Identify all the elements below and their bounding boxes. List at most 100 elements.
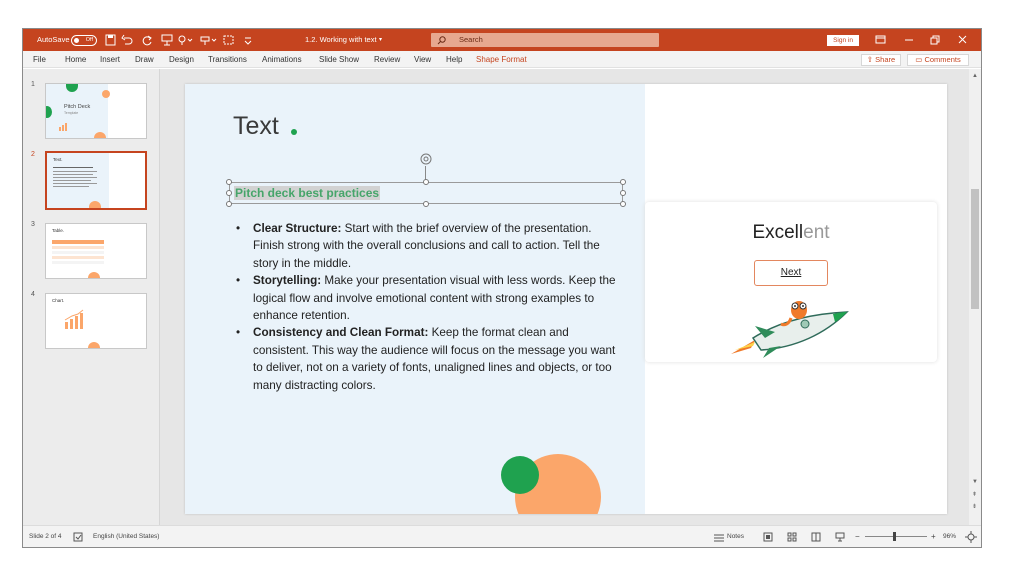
slide-canvas[interactable]: Text Pitch deck best practices Clear Str… bbox=[185, 84, 947, 514]
close-icon[interactable] bbox=[957, 35, 969, 47]
slide-thumbnail-1[interactable]: Pitch Deck Template bbox=[45, 83, 147, 139]
slide-thumbnails-pane[interactable]: 1 Pitch Deck Template 2 Text. 3 Table. 4… bbox=[23, 69, 160, 525]
thumb-decor bbox=[88, 342, 100, 348]
tab-review[interactable]: Review bbox=[374, 51, 400, 68]
slide-counter: Slide 2 of 4 bbox=[29, 533, 62, 540]
bullet-item: Storytelling: Make your presentation vis… bbox=[233, 272, 618, 324]
minimize-icon[interactable] bbox=[903, 35, 915, 47]
workspace: 1 Pitch Deck Template 2 Text. 3 Table. 4… bbox=[23, 69, 981, 525]
status-bar: Slide 2 of 4 English (United States) Not… bbox=[23, 525, 981, 547]
tab-transitions[interactable]: Transitions bbox=[208, 51, 247, 68]
sign-in-button[interactable]: Sign in bbox=[827, 35, 859, 46]
green-circle-decor bbox=[501, 456, 539, 494]
normal-view-icon[interactable] bbox=[763, 532, 773, 542]
rocket-mascot-icon bbox=[731, 301, 849, 358]
thumb-title: Text. bbox=[53, 157, 63, 162]
ribbon-display-icon[interactable] bbox=[875, 35, 887, 47]
slide-thumbnail-2[interactable]: Text. bbox=[45, 151, 147, 210]
resize-handle[interactable] bbox=[620, 201, 626, 207]
thumb-number: 2 bbox=[31, 151, 35, 158]
title-chevron-down-icon[interactable]: ▾ bbox=[379, 29, 382, 51]
tab-slide-show[interactable]: Slide Show bbox=[319, 51, 359, 68]
thumb-title: Pitch Deck bbox=[64, 104, 91, 110]
zoom-in-icon[interactable]: + bbox=[931, 526, 936, 547]
previous-slide-icon[interactable]: ⇞ bbox=[972, 491, 977, 498]
slideshow-icon[interactable] bbox=[835, 532, 845, 542]
tab-home[interactable]: Home bbox=[65, 51, 86, 68]
title-dot-decor bbox=[291, 129, 297, 135]
slide-thumbnail-3[interactable]: Table. bbox=[45, 223, 147, 279]
next-button[interactable]: Next bbox=[754, 260, 828, 286]
thumb-title: Table. bbox=[52, 228, 65, 233]
redo-icon[interactable] bbox=[141, 34, 153, 46]
tab-help[interactable]: Help bbox=[446, 51, 462, 68]
thumb-number: 1 bbox=[31, 81, 35, 88]
zoom-slider-knob[interactable] bbox=[893, 532, 896, 541]
zoom-slider[interactable] bbox=[865, 536, 927, 537]
zoom-level[interactable]: 96% bbox=[943, 526, 956, 547]
search-icon bbox=[437, 36, 446, 45]
thumb-chart-icon bbox=[59, 123, 67, 131]
tab-animations[interactable]: Animations bbox=[262, 51, 302, 68]
thumb-chart-icon bbox=[64, 309, 84, 329]
notes-button[interactable]: Notes bbox=[727, 526, 744, 547]
thumb-number: 4 bbox=[31, 291, 35, 298]
save-icon[interactable] bbox=[105, 34, 116, 46]
document-title[interactable]: 1.2. Working with text bbox=[305, 29, 377, 51]
thumb-decor bbox=[102, 90, 110, 98]
thumb-title: Chart. bbox=[52, 298, 65, 303]
tab-shape-format[interactable]: Shape Format bbox=[476, 51, 527, 68]
shape-icon[interactable] bbox=[223, 35, 235, 47]
notes-icon[interactable] bbox=[713, 532, 725, 542]
thumb-subtitle: Template bbox=[64, 111, 79, 115]
next-slide-icon[interactable]: ⇟ bbox=[972, 503, 977, 510]
bullet-item: Consistency and Clean Format: Keep the f… bbox=[233, 324, 618, 394]
undo-icon[interactable] bbox=[121, 34, 135, 46]
customize-icon[interactable] bbox=[177, 34, 193, 46]
reading-view-icon[interactable] bbox=[811, 532, 821, 542]
language-status[interactable]: English (United States) bbox=[93, 526, 159, 547]
tab-design[interactable]: Design bbox=[169, 51, 194, 68]
share-button[interactable]: ⇧ Share bbox=[861, 54, 901, 66]
slide-title[interactable]: Text bbox=[233, 112, 279, 141]
accessibility-icon[interactable] bbox=[73, 532, 83, 542]
tab-file[interactable]: File bbox=[33, 51, 46, 68]
search-input[interactable]: Search bbox=[431, 33, 659, 47]
present-icon[interactable] bbox=[161, 34, 173, 46]
restore-icon[interactable] bbox=[929, 35, 941, 47]
bullet-item: Clear Structure: Start with the brief ov… bbox=[233, 220, 618, 272]
bullet-list[interactable]: Clear Structure: Start with the brief ov… bbox=[233, 220, 618, 394]
comments-button[interactable]: ▭ Comments bbox=[907, 54, 969, 66]
resize-handle[interactable] bbox=[226, 179, 232, 185]
share-icon: ⇧ bbox=[866, 55, 876, 64]
resize-handle[interactable] bbox=[620, 190, 626, 196]
excellent-heading: Excellent bbox=[752, 222, 830, 243]
vertical-scrollbar[interactable]: ▲ ▼ ⇞ ⇟ bbox=[969, 69, 981, 525]
scroll-up-icon[interactable]: ▲ bbox=[972, 73, 978, 79]
resize-handle[interactable] bbox=[423, 179, 429, 185]
fit-slide-icon[interactable] bbox=[965, 531, 977, 543]
autosave-toggle[interactable]: Off bbox=[71, 35, 97, 46]
tab-view[interactable]: View bbox=[414, 51, 431, 68]
slide-sorter-icon[interactable] bbox=[787, 532, 797, 542]
rotate-handle-icon[interactable] bbox=[419, 152, 433, 166]
excellent-card: Excellent Next bbox=[645, 202, 937, 362]
title-bar: AutoSave Off 1.2. Working with text ▾ Se… bbox=[23, 29, 981, 51]
tab-draw[interactable]: Draw bbox=[135, 51, 154, 68]
scrollbar-thumb[interactable] bbox=[971, 189, 979, 309]
search-placeholder: Search bbox=[459, 35, 483, 44]
resize-handle[interactable] bbox=[226, 190, 232, 196]
slide-subtitle[interactable]: Pitch deck best practices bbox=[234, 186, 381, 200]
scroll-down-icon[interactable]: ▼ bbox=[972, 479, 978, 485]
thumb-decor bbox=[89, 201, 101, 208]
resize-handle[interactable] bbox=[226, 201, 232, 207]
tab-insert[interactable]: Insert bbox=[100, 51, 120, 68]
resize-handle[interactable] bbox=[423, 201, 429, 207]
qat-dropdown-icon[interactable] bbox=[243, 35, 253, 47]
slide-thumbnail-4[interactable]: Chart. bbox=[45, 293, 147, 349]
resize-handle[interactable] bbox=[620, 179, 626, 185]
ribbon-tabs: File Home Insert Draw Design Transitions… bbox=[23, 51, 981, 68]
powerpoint-window: AutoSave Off 1.2. Working with text ▾ Se… bbox=[22, 28, 982, 548]
format-painter-icon[interactable] bbox=[199, 34, 217, 46]
zoom-out-icon[interactable]: − bbox=[855, 526, 860, 547]
